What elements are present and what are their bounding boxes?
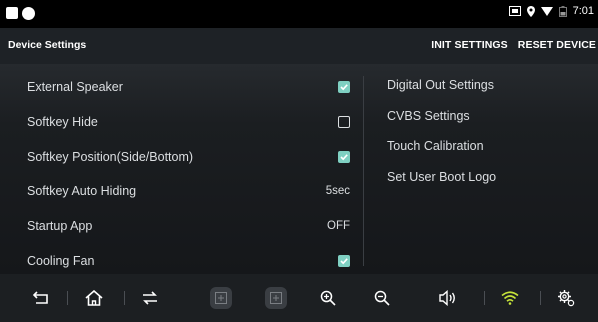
setting-row-softkey-hide[interactable]: Softkey Hide [27, 110, 353, 134]
back-icon[interactable] [21, 274, 61, 322]
grid-icon[interactable] [201, 274, 241, 322]
zoom-in-icon[interactable] [308, 274, 348, 322]
cooling-fan-checkbox[interactable] [338, 255, 350, 267]
set-user-boot-logo-link[interactable]: Set User Boot Logo [387, 170, 496, 184]
nav-separator [484, 291, 485, 305]
setting-label: External Speaker [27, 80, 123, 94]
title-bar: Device Settings INIT SETTINGS RESET DEVI… [0, 28, 598, 64]
settings-list: External Speaker Softkey Hide Softkey Po… [0, 64, 362, 274]
notification-square-icon [6, 7, 18, 19]
recent-apps-icon[interactable] [130, 274, 170, 322]
digital-out-settings-link[interactable]: Digital Out Settings [387, 78, 494, 92]
setting-row-softkey-auto-hiding[interactable]: Softkey Auto Hiding 5sec [27, 179, 353, 203]
navigation-bar [0, 274, 598, 322]
setting-row-external-speaker[interactable]: External Speaker [27, 75, 353, 99]
wifi-icon[interactable] [490, 274, 530, 322]
volume-icon[interactable] [428, 274, 468, 322]
cvbs-settings-link[interactable]: CVBS Settings [387, 109, 470, 123]
reset-device-button[interactable]: RESET DEVICE [518, 39, 596, 51]
setting-row-startup-app[interactable]: Startup App OFF [27, 214, 353, 238]
settings-icon[interactable] [546, 274, 586, 322]
page-title: Device Settings [8, 39, 87, 51]
notification-icons [6, 7, 35, 20]
notification-circle-icon [22, 7, 35, 20]
setting-value: OFF [327, 220, 350, 232]
init-settings-button[interactable]: INIT SETTINGS [431, 39, 508, 51]
cast-icon [508, 6, 521, 16]
location-icon [526, 5, 535, 17]
screen: 7:01 Device Settings INIT SETTINGS RESET… [0, 0, 598, 322]
nav-separator [67, 291, 68, 305]
header-actions: INIT SETTINGS RESET DEVICE [431, 39, 596, 51]
setting-label: Startup App [27, 219, 93, 233]
setting-row-cooling-fan[interactable]: Cooling Fan [27, 249, 353, 273]
softkey-position-checkbox[interactable] [338, 151, 350, 163]
setting-row-softkey-position[interactable]: Softkey Position(Side/Bottom) [27, 145, 353, 169]
settings-content: External Speaker Softkey Hide Softkey Po… [0, 64, 598, 274]
touch-calibration-link[interactable]: Touch Calibration [387, 139, 484, 153]
status-icons: 7:01 [508, 5, 594, 17]
setting-label: Cooling Fan [27, 254, 95, 268]
setting-label: Softkey Position(Side/Bottom) [27, 150, 194, 164]
battery-icon [558, 5, 567, 17]
status-bar: 7:01 [0, 0, 598, 28]
setting-label: Softkey Hide [27, 115, 98, 129]
setting-value: 5sec [325, 185, 350, 197]
column-divider [363, 76, 364, 266]
home-icon[interactable] [74, 274, 114, 322]
clock: 7:01 [572, 5, 594, 17]
grid-icon[interactable] [256, 274, 296, 322]
nav-separator [124, 291, 125, 305]
wifi-signal-icon [540, 6, 553, 16]
softkey-hide-checkbox[interactable] [338, 116, 350, 128]
nav-separator [540, 291, 541, 305]
setting-label: Softkey Auto Hiding [27, 184, 137, 198]
external-speaker-checkbox[interactable] [338, 81, 350, 93]
zoom-out-icon[interactable] [362, 274, 402, 322]
